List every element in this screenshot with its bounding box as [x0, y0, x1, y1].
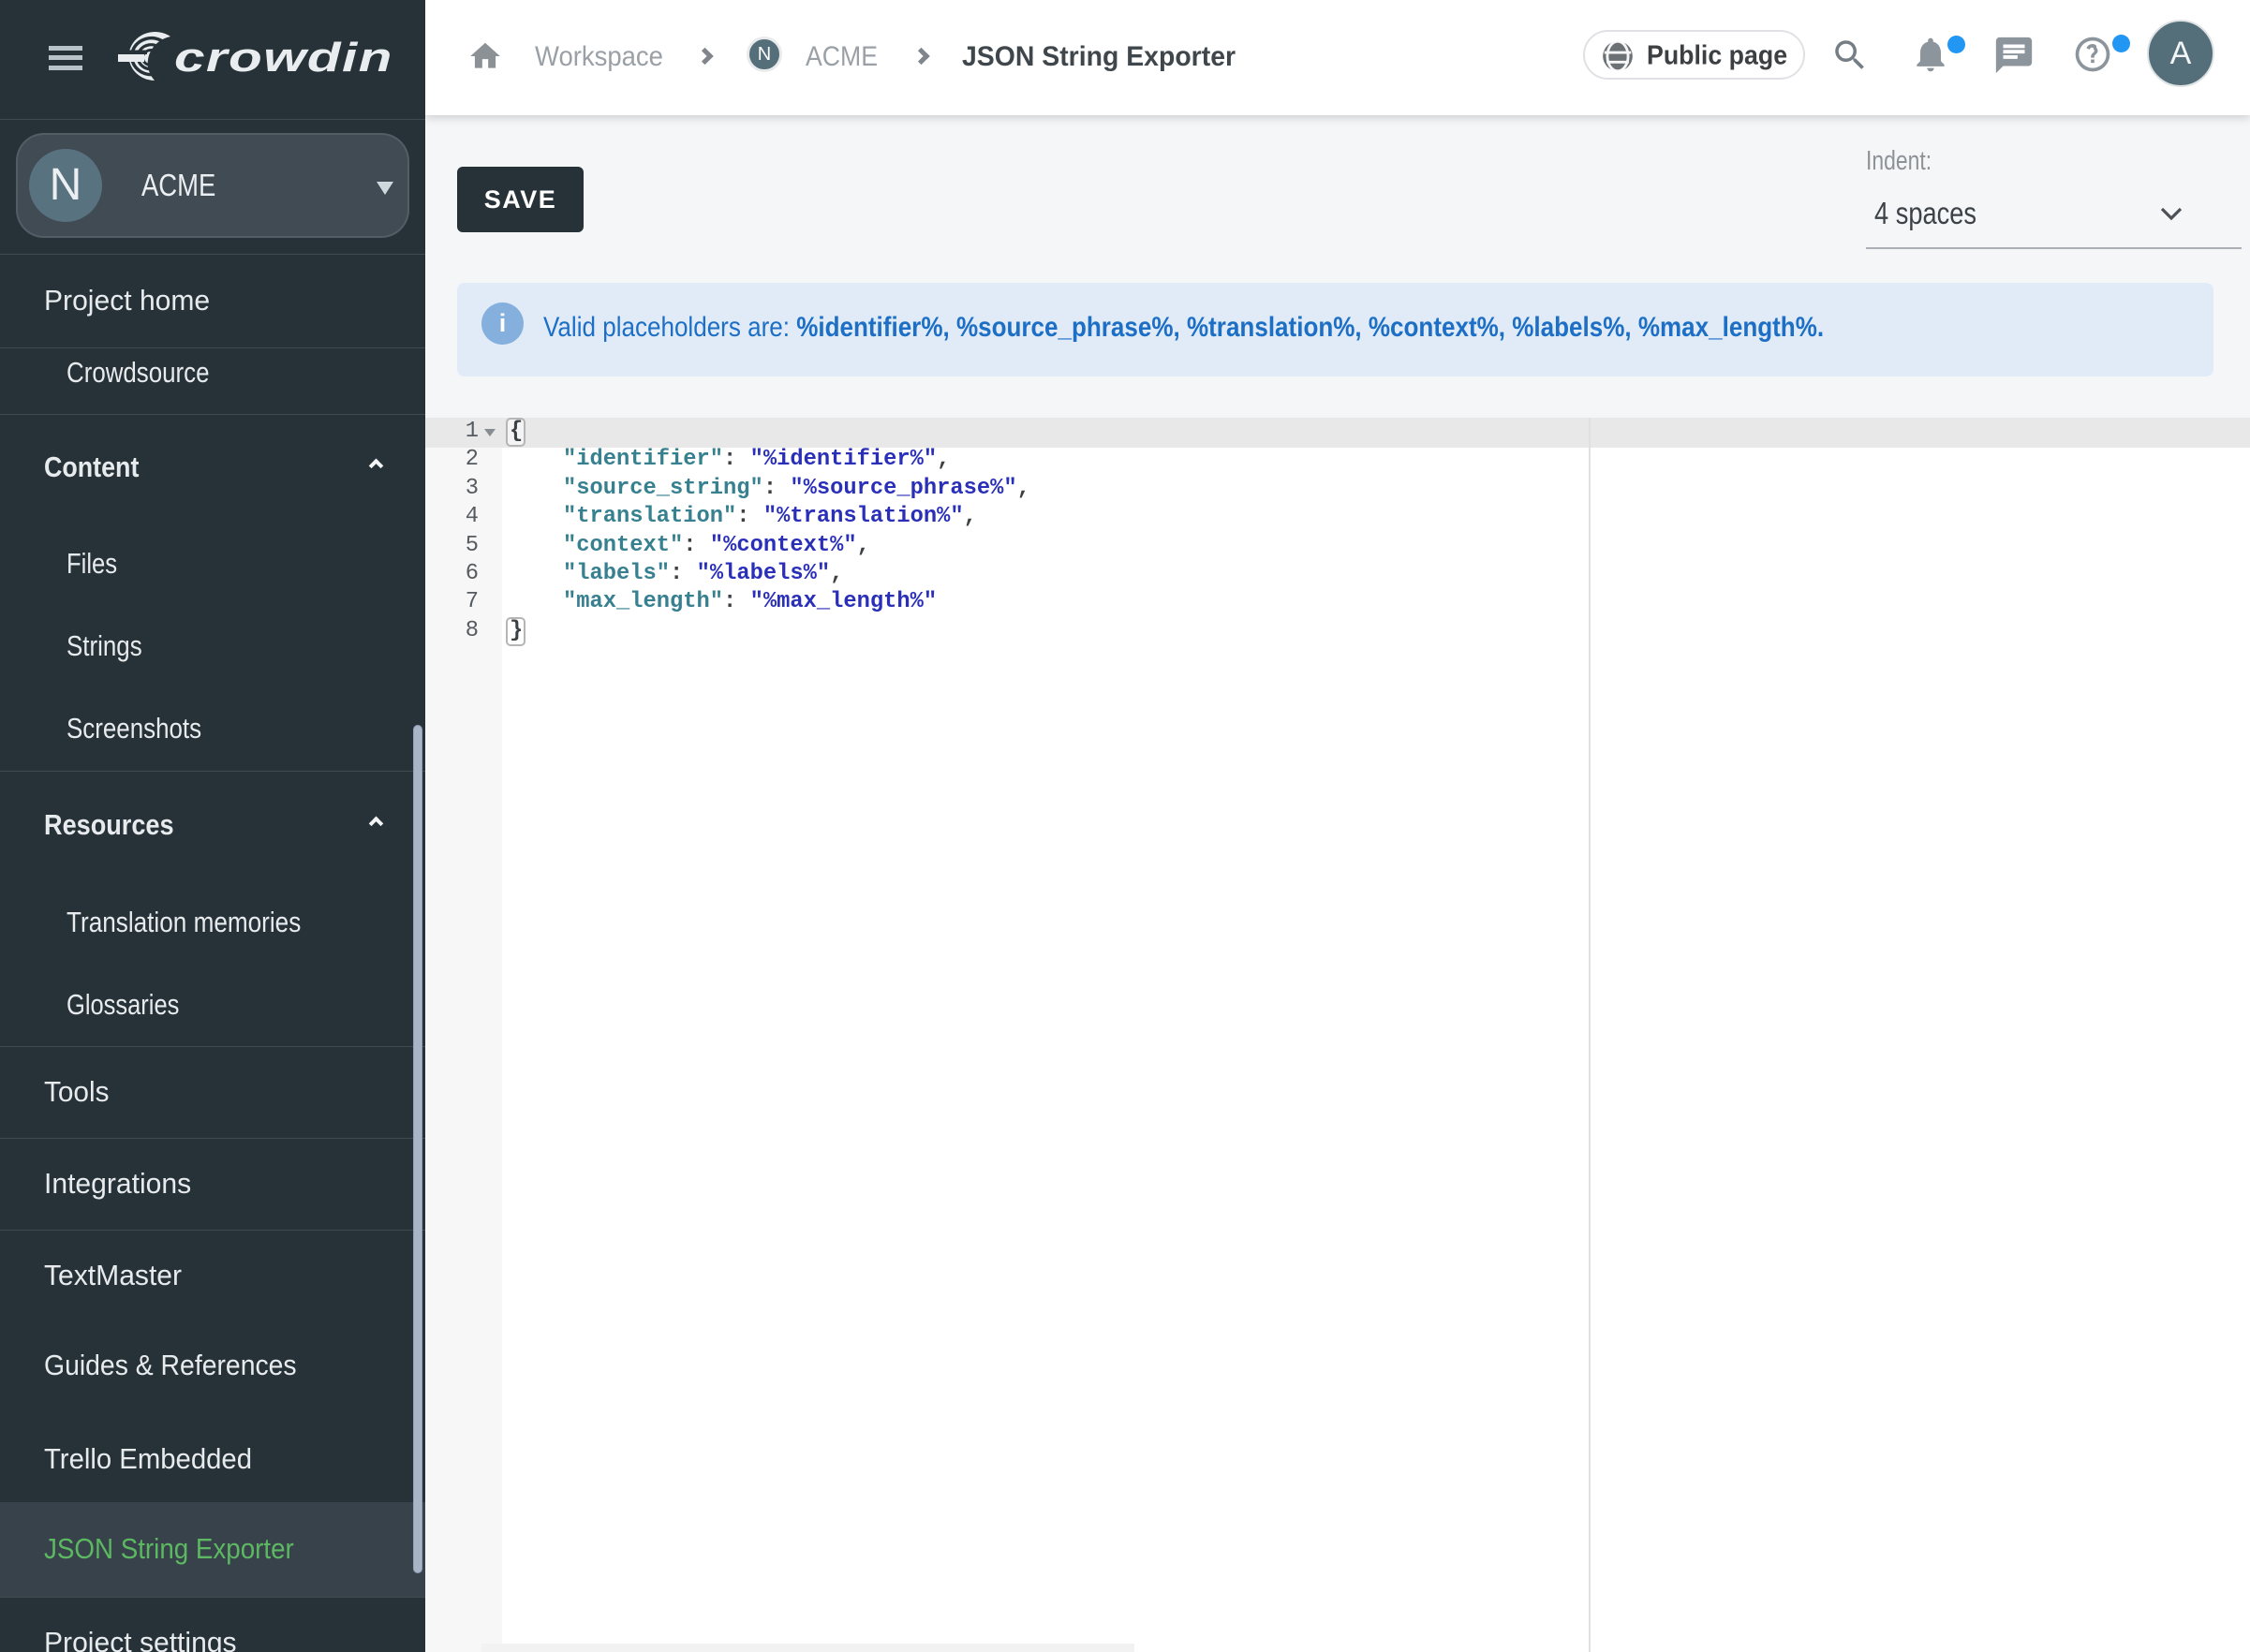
- svg-text:crowdin: crowdin: [174, 34, 393, 80]
